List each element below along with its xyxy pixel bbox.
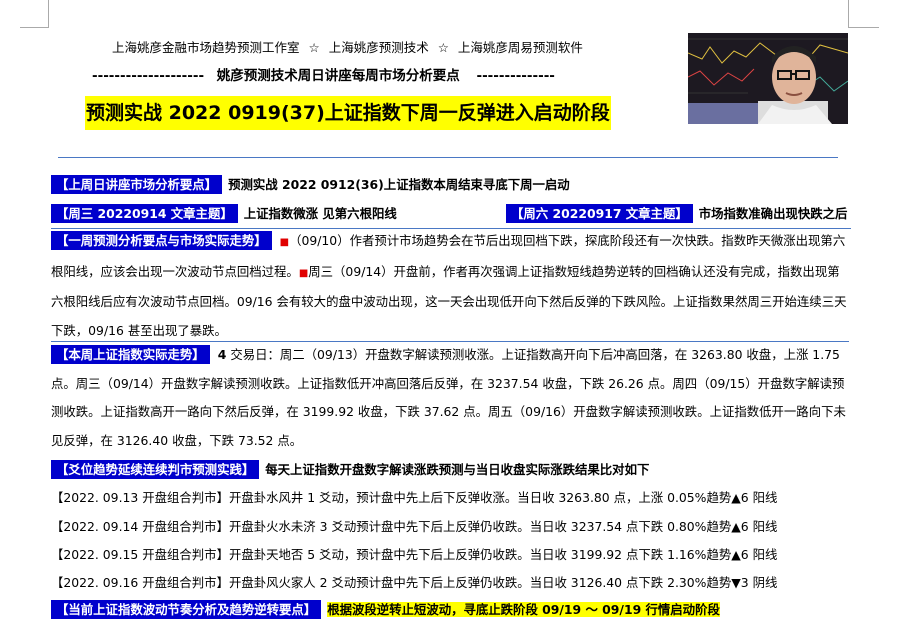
trend-header-row: 【爻位趋势延续连续判市预测实践】 每天上证指数开盘数字解读涨跌预测与当日收盘实际涨…	[51, 460, 650, 479]
list-item: 【2022. 09.15 开盘组合判市】开盘卦天地否 5 爻动，预计盘中先下后上…	[51, 545, 777, 563]
trend-tag: 【爻位趋势延续连续判市预测实践】	[51, 460, 260, 479]
trend-row-text: 开盘卦水风井 1 爻动，预计盘中先上后下反弹收涨。当日收 3263.80 点，上…	[228, 490, 778, 505]
trading-day-count: 4	[217, 347, 227, 362]
dash-right: --------------	[476, 68, 555, 84]
weekly-review-tag: 【一周预测分析要点与市场实际走势】	[51, 231, 272, 250]
trend-text: 每天上证指数开盘数字解读涨跌预测与当日收盘实际涨跌结果比对如下	[265, 462, 650, 477]
actual-trend-paragraph: 【本周上证指数实际走势】 4 交易日：周二（09/13）开盘数字解读预测收涨。上证指…	[51, 341, 851, 455]
sat-topic-tag: 【周六 20220917 文章主题】	[506, 204, 693, 223]
page-title: 预测实战 2022 0919(37)上证指数下周一反弹进入启动阶段	[85, 96, 611, 130]
list-item: 【2022. 09.13 开盘组合判市】开盘卦水风井 1 爻动，预计盘中先上后下…	[51, 488, 777, 506]
bullet-icon: ■	[279, 237, 290, 248]
trend-row-label: 【2022. 09.13 开盘组合判市】	[51, 490, 229, 505]
star-icon: ☆	[437, 40, 449, 55]
page-corner-mark-right	[848, 0, 879, 28]
lecture-subtitle: -------------------- 姚彦预测技术周日讲座每周市场分析要点 …	[92, 64, 555, 84]
trend-row-label: 【2022. 09.16 开盘组合判市】	[51, 575, 229, 590]
last-week-text: 预测实战 2022 0912(36)上证指数本周结束寻底下周一启动	[228, 177, 570, 192]
sat-topic-text: 市场指数准确出现快跌之后	[698, 206, 848, 221]
author-photo	[688, 33, 848, 124]
studio-name: 上海姚彦金融市场趋势预测工作室	[112, 40, 300, 55]
wed-topic-row: 【周三 20220914 文章主题】 上证指数微涨 见第六根阳线	[51, 204, 397, 223]
trend-row-label: 【2022. 09.14 开盘组合判市】	[51, 519, 229, 534]
dash-left: --------------------	[92, 68, 205, 84]
cutoff-tag: 【当前上证指数波动节奏分析及趋势逆转要点】	[51, 600, 322, 619]
wed-topic-tag: 【周三 20220914 文章主题】	[51, 204, 238, 223]
page-corner-mark-left	[20, 0, 49, 28]
sat-topic-row: 【周六 20220917 文章主题】 市场指数准确出现快跌之后	[506, 204, 848, 223]
trend-row-label: 【2022. 09.15 开盘组合判市】	[51, 547, 229, 562]
bullet-icon: ■	[298, 267, 309, 279]
wed-topic-text: 上证指数微涨 见第六根阳线	[243, 206, 397, 221]
actual-trend-tag: 【本周上证指数实际走势】	[51, 345, 210, 364]
software-name: 上海姚彦周易预测软件	[457, 40, 583, 55]
title-divider	[58, 157, 838, 158]
weekly-review-paragraph: 【一周预测分析要点与市场实际走势】 ■（09/10）作者预计市场趋势会在节后出现回…	[51, 227, 851, 345]
author-photo-image	[688, 33, 848, 124]
tech-name: 上海姚彦预测技术	[328, 40, 429, 55]
trend-row-text: 开盘卦风火家人 2 爻动预计盘中先下后上反弹仍收跌。当日收 3126.40 点下…	[228, 575, 778, 590]
cutoff-row: 【当前上证指数波动节奏分析及趋势逆转要点】 根据波段逆转止短波动，寻底止跌阶段 0…	[51, 600, 720, 619]
cutoff-text: 根据波段逆转止短波动，寻底止跌阶段 09/19 ～ 09/19 行情启动阶段	[327, 602, 720, 617]
last-week-tag: 【上周日讲座市场分析要点】	[51, 175, 223, 194]
list-item: 【2022. 09.16 开盘组合判市】开盘卦风火家人 2 爻动预计盘中先下后上…	[51, 573, 777, 591]
subtitle-text: 姚彦预测技术周日讲座每周市场分析要点	[216, 68, 460, 84]
list-item: 【2022. 09.14 开盘组合判市】开盘卦火水未济 3 爻动预计盘中先下后上…	[51, 517, 777, 535]
star-icon: ☆	[308, 40, 320, 55]
header-line: 上海姚彦金融市场趋势预测工作室 ☆ 上海姚彦预测技术 ☆ 上海姚彦周易预测软件	[112, 37, 583, 56]
trend-row-text: 开盘卦火水未济 3 爻动预计盘中先下后上反弹仍收跌。当日收 3237.54 点下…	[228, 519, 778, 534]
last-week-row: 【上周日讲座市场分析要点】 预测实战 2022 0912(36)上证指数本周结束寻…	[51, 175, 570, 194]
trend-row-text: 开盘卦天地否 5 爻动，预计盘中先下后上反弹仍收跌。当日收 3199.92 点下…	[228, 547, 778, 562]
